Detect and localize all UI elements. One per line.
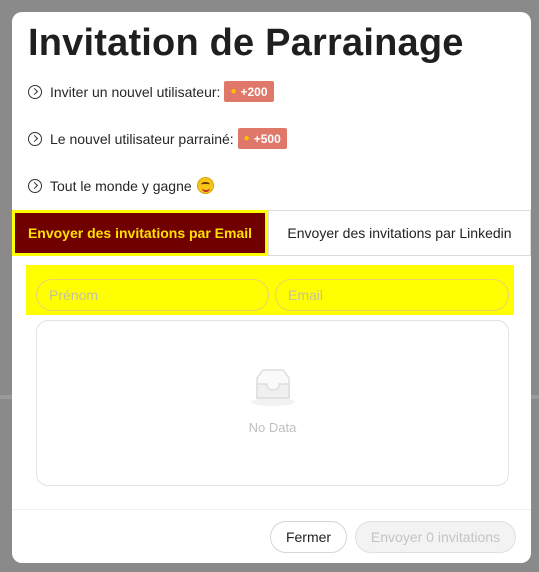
tab-email[interactable]: Envoyer des invitations par Email (12, 210, 268, 256)
invitations-list-empty: No Data (36, 320, 509, 486)
perk-label: Le nouvel utilisateur parrainé: (50, 130, 234, 147)
coin-icon: ● (243, 133, 250, 144)
empty-state-text: No Data (248, 420, 297, 435)
close-button[interactable]: Fermer (270, 521, 347, 553)
perk-label: Inviter un nouvel utilisateur: (50, 83, 221, 100)
reward-badge: ● +500 (237, 128, 287, 149)
perk-label: Tout le monde y gagne (50, 177, 192, 194)
perk-everyone-wins: Tout le monde y gagne (28, 177, 214, 194)
coin-icon: ● (230, 86, 237, 97)
footer-divider (12, 509, 531, 510)
reward-badge: ● +200 (224, 81, 274, 102)
chevron-right-circle-icon (28, 178, 42, 193)
reward-amount: +500 (253, 131, 281, 146)
email-input[interactable] (275, 279, 509, 311)
page-title: Invitation de Parrainage (28, 22, 464, 64)
reward-amount: +200 (240, 84, 268, 99)
first-name-input[interactable] (36, 279, 269, 311)
yum-face-emoji-icon (196, 177, 214, 194)
tab-linkedin[interactable]: Envoyer des invitations par Linkedin (268, 210, 531, 256)
send-invitations-button[interactable]: Envoyer 0 invitations (355, 521, 516, 553)
invite-tabs: Envoyer des invitations par Email Envoye… (12, 210, 531, 256)
chevron-right-circle-icon (28, 84, 42, 99)
perk-invite-new-user: Inviter un nouvel utilisateur: ● +200 (28, 81, 274, 102)
referral-modal: Invitation de Parrainage Inviter un nouv… (12, 12, 531, 563)
chevron-right-circle-icon (28, 131, 42, 146)
inbox-icon (251, 369, 295, 406)
perk-referred-user: Le nouvel utilisateur parrainé: ● +500 (28, 128, 287, 149)
